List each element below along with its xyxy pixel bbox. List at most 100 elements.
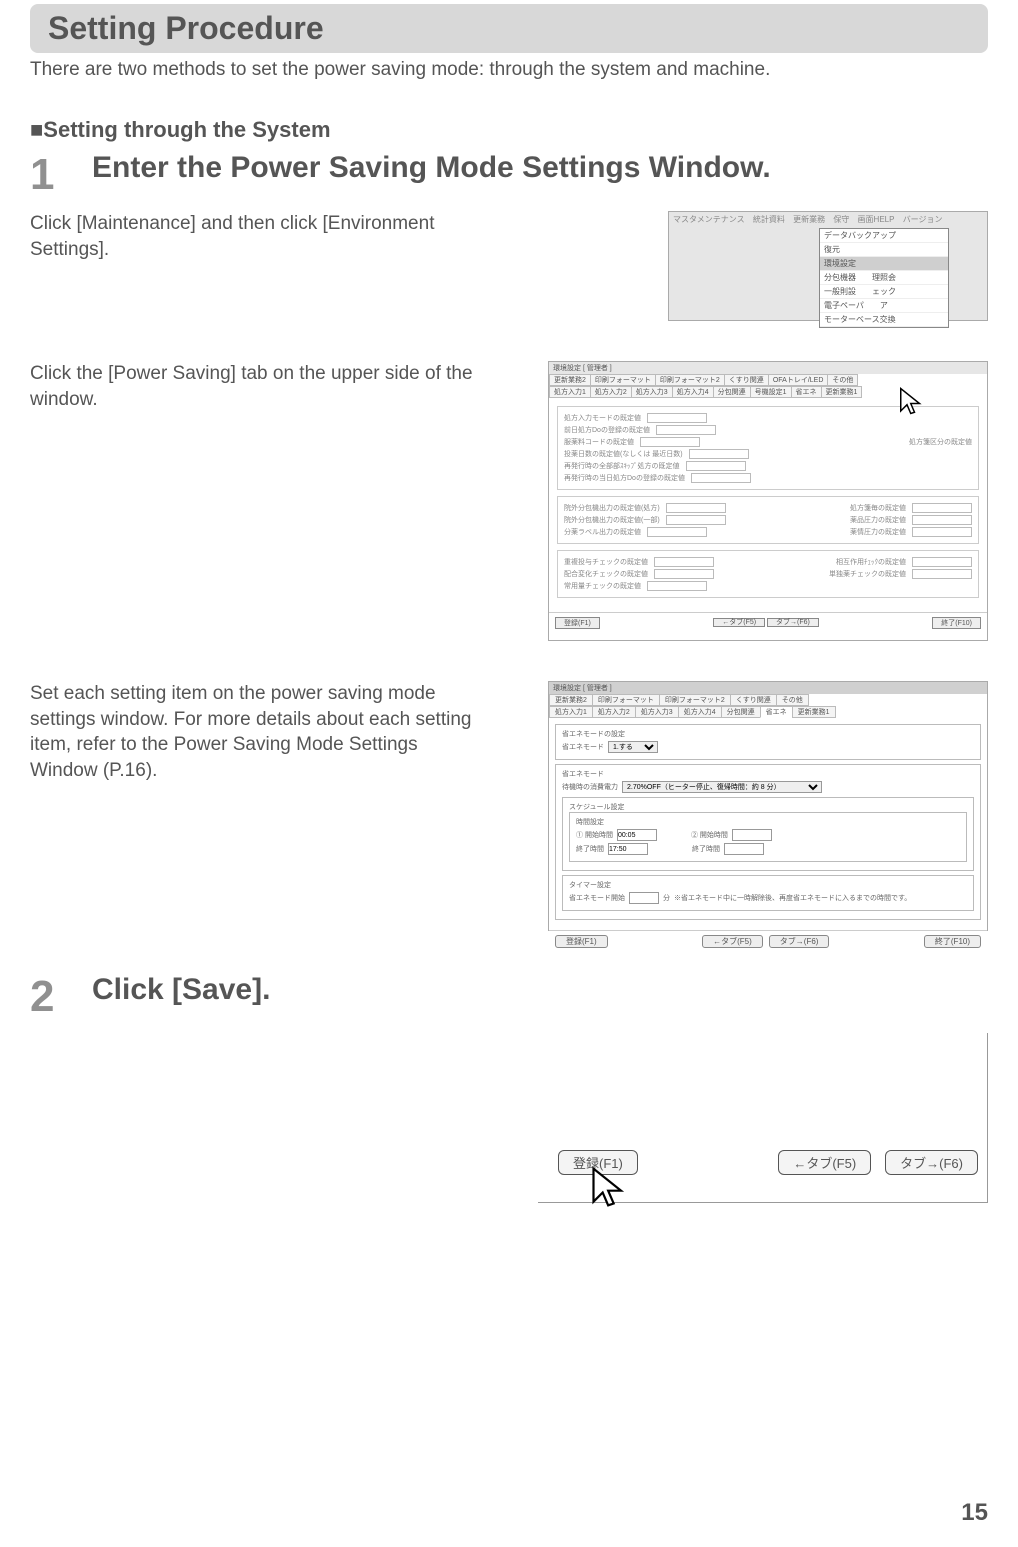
screenshot-menu: マスタメンテナンス 統計資料 更新業務 保守 画面HELP バージョン データバ… bbox=[668, 211, 988, 321]
tab[interactable]: 印刷フォーマット bbox=[592, 694, 660, 706]
settings-group: 処方入力モードの既定値 前日処方Doの登録の既定値 服薬料コードの既定値処方箋区… bbox=[557, 406, 979, 490]
dropdown-item-selected[interactable]: 環境設定 bbox=[820, 257, 948, 271]
menu-item[interactable]: 統計資料 bbox=[753, 215, 785, 224]
select-field[interactable] bbox=[912, 527, 972, 537]
next-tab-button[interactable]: タブ→(F6) bbox=[769, 935, 830, 948]
select-field[interactable] bbox=[691, 473, 751, 483]
start1-input[interactable] bbox=[617, 829, 657, 841]
tab[interactable]: くすり関連 bbox=[724, 374, 769, 386]
tab[interactable]: 更新業務2 bbox=[549, 694, 593, 706]
dropdown-item[interactable]: モーターベース交換 bbox=[820, 313, 948, 327]
settings-body: 処方入力モードの既定値 前日処方Doの登録の既定値 服薬料コードの既定値処方箋区… bbox=[549, 398, 987, 612]
tab[interactable]: 分包関連 bbox=[713, 386, 751, 398]
step-1: 1 Enter the Power Saving Mode Settings W… bbox=[30, 149, 988, 197]
select-field[interactable] bbox=[666, 515, 726, 525]
step-number: 1 bbox=[30, 149, 70, 197]
select-field[interactable] bbox=[640, 437, 700, 447]
fieldset-mode: 省エネモードの設定 省エネモード 1.する bbox=[555, 724, 981, 760]
select-field[interactable] bbox=[912, 557, 972, 567]
screenshot-settings-tabs: 環境設定 [ 管理者 ] 更新業務2 印刷フォーマット 印刷フォーマット2 くす… bbox=[548, 361, 988, 641]
select-field[interactable] bbox=[647, 527, 707, 537]
tab[interactable]: 印刷フォーマット2 bbox=[655, 374, 725, 386]
tab[interactable]: 印刷フォーマット bbox=[590, 374, 656, 386]
tab[interactable]: その他 bbox=[827, 374, 858, 386]
dropdown-item[interactable]: データバックアップ bbox=[820, 229, 948, 243]
tab[interactable]: 更新業務2 bbox=[549, 374, 591, 386]
select-field[interactable] bbox=[656, 425, 716, 435]
close-button[interactable]: 終了(F10) bbox=[932, 617, 981, 629]
select-field[interactable] bbox=[686, 461, 746, 471]
menu-item[interactable]: バージョン bbox=[903, 215, 943, 224]
dropdown-item[interactable]: 復元 bbox=[820, 243, 948, 257]
tab[interactable]: 分包関連 bbox=[721, 706, 761, 718]
select-field[interactable] bbox=[912, 515, 972, 525]
menu-item[interactable]: マスタメンテナンス bbox=[673, 215, 745, 224]
menu-item[interactable]: 更新業務 bbox=[793, 215, 825, 224]
dropdown-item[interactable]: 分包機器 理照会 bbox=[820, 271, 948, 285]
step-title: Click [Save]. bbox=[92, 971, 270, 1009]
subheading: ■Setting through the System bbox=[30, 117, 988, 143]
tab[interactable]: 処方入力4 bbox=[672, 386, 714, 398]
close-button[interactable]: 終了(F10) bbox=[924, 935, 981, 948]
menu-item[interactable]: 画面HELP bbox=[858, 215, 895, 224]
substep-2: Click the [Power Saving] tab on the uppe… bbox=[30, 361, 988, 641]
prev-tab-button[interactable]: ←タブ(F5) bbox=[702, 935, 763, 948]
save-button[interactable]: 登録(F1) bbox=[555, 935, 608, 948]
next-tab-button[interactable]: タブ→(F6) bbox=[767, 618, 819, 627]
select-field[interactable] bbox=[654, 557, 714, 567]
tab[interactable]: 処方入力1 bbox=[549, 706, 593, 718]
tab[interactable]: 処方入力2 bbox=[592, 706, 636, 718]
tab[interactable]: 処方入力2 bbox=[590, 386, 632, 398]
tab[interactable]: 更新業務1 bbox=[821, 386, 863, 398]
select-field[interactable] bbox=[647, 413, 707, 423]
save-button[interactable]: 登録(F1) bbox=[555, 617, 600, 629]
tab[interactable]: 印刷フォーマット2 bbox=[659, 694, 731, 706]
select-field[interactable] bbox=[912, 503, 972, 513]
start2-label: ② 開始時間 bbox=[691, 830, 728, 840]
select-field[interactable] bbox=[666, 503, 726, 513]
prev-tab-button[interactable]: ←タブ(F5) bbox=[778, 1150, 871, 1175]
tab[interactable]: 省エネ bbox=[791, 386, 822, 398]
select-field[interactable] bbox=[654, 569, 714, 579]
legend: 省エネモードの設定 bbox=[562, 729, 974, 739]
legend: スケジュール設定 bbox=[569, 802, 967, 812]
select-field[interactable] bbox=[647, 581, 707, 591]
start2-input[interactable] bbox=[732, 829, 772, 841]
tab[interactable]: 処方入力3 bbox=[635, 706, 679, 718]
settings-group: 院外分包機出力の既定値(処方)処方箋毎の既定値 院外分包機出力の既定値(一部)薬… bbox=[557, 496, 979, 544]
tab[interactable]: くすり関連 bbox=[730, 694, 777, 706]
tab[interactable]: 号機設定1 bbox=[750, 386, 792, 398]
dialog-footer: 登録(F1) ←タブ(F5) タブ→(F6) 終了(F10) bbox=[549, 612, 987, 633]
next-tab-button[interactable]: タブ→(F6) bbox=[885, 1150, 978, 1175]
step-title: Enter the Power Saving Mode Settings Win… bbox=[92, 149, 771, 187]
mode-select[interactable]: 1.する bbox=[608, 741, 658, 753]
tab[interactable]: OFAトレイ/LED bbox=[768, 374, 829, 386]
fieldset-timer: タイマー設定 省エネモード開始 分 ※省エネモード中に一時解除後、再度省エネモー… bbox=[562, 875, 974, 911]
tabs-row-2: 処方入力1 処方入力2 処方入力3 処方入力4 分包関連 省エネ 更新業務1 bbox=[549, 706, 987, 718]
cursor-icon bbox=[588, 1165, 632, 1209]
select-field[interactable] bbox=[912, 569, 972, 579]
tab[interactable]: 処方入力1 bbox=[549, 386, 591, 398]
prev-tab-button[interactable]: ←タブ(F5) bbox=[713, 618, 765, 627]
substep-text: Click the [Power Saving] tab on the uppe… bbox=[30, 361, 480, 412]
legend: 時間設定 bbox=[576, 817, 960, 827]
substep-save: 登録(F1) ←タブ(F5) タブ→(F6) bbox=[30, 1033, 988, 1203]
tab[interactable]: 処方入力4 bbox=[678, 706, 722, 718]
input-field[interactable] bbox=[689, 449, 749, 459]
tab[interactable]: 処方入力3 bbox=[631, 386, 673, 398]
step-2: 2 Click [Save]. bbox=[30, 971, 988, 1019]
power-select[interactable]: 2.70%OFF（ヒーター停止、復帰時間：約 8 分） bbox=[622, 781, 822, 793]
end2-input[interactable] bbox=[724, 843, 764, 855]
legend: タイマー設定 bbox=[569, 880, 967, 890]
intro-text: There are two methods to set the power s… bbox=[30, 59, 988, 81]
timer-unit: 分 bbox=[663, 893, 670, 903]
timer-input[interactable] bbox=[629, 892, 659, 904]
end1-label: 終了時間 bbox=[576, 844, 604, 854]
end1-input[interactable] bbox=[608, 843, 648, 855]
menu-item[interactable]: 保守 bbox=[833, 215, 849, 224]
tab[interactable]: その他 bbox=[776, 694, 809, 706]
tab-power-saving[interactable]: 省エネ bbox=[760, 706, 793, 718]
dropdown-item[interactable]: 電子ペーパ ア bbox=[820, 299, 948, 313]
tab[interactable]: 更新業務1 bbox=[792, 706, 836, 718]
dropdown-item[interactable]: 一般則設 ェック bbox=[820, 285, 948, 299]
